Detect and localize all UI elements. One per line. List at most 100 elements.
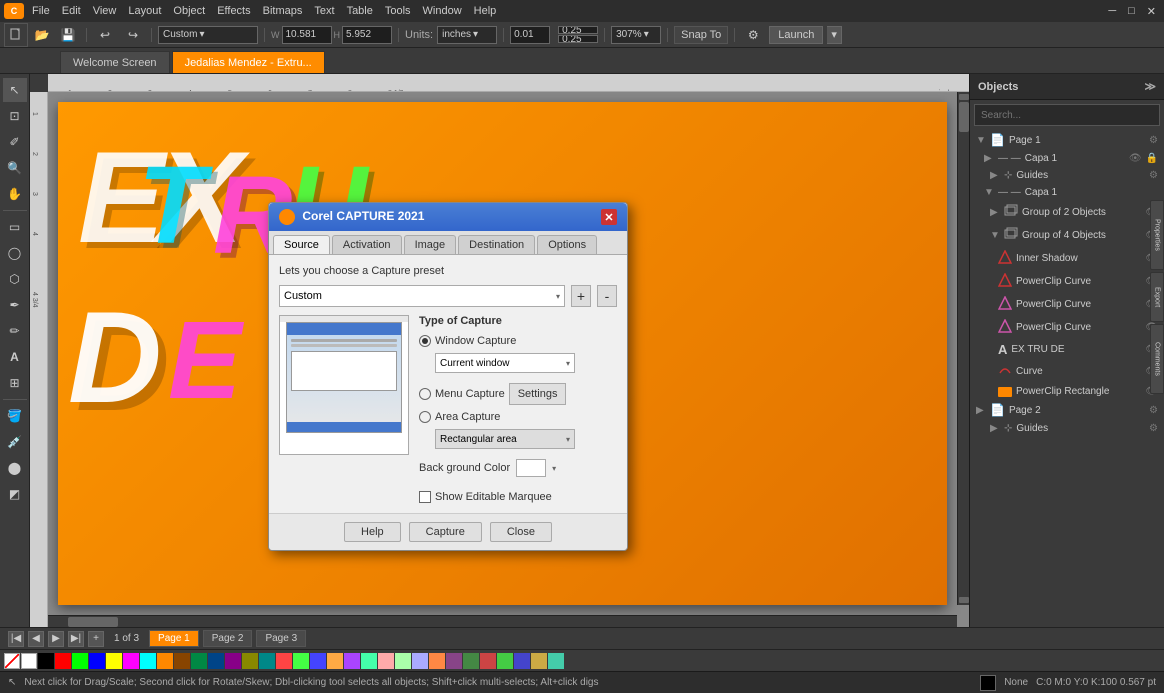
obj-group2[interactable]: ▶ Group of 2 Objects 👁 [970, 201, 1164, 224]
color-swatch-cyan[interactable] [140, 653, 156, 669]
area-capture-radio[interactable] [419, 411, 431, 423]
show-marquee-checkbox[interactable] [419, 491, 431, 503]
color-swatch-crimson[interactable] [480, 653, 496, 669]
preset-value-dropdown[interactable]: Custom ▾ [279, 285, 565, 307]
menu-effects[interactable]: Effects [213, 5, 254, 17]
color-swatch-yellow[interactable] [106, 653, 122, 669]
new-btn[interactable] [4, 23, 28, 47]
preset-add-btn[interactable]: + [571, 285, 591, 307]
units-dropdown[interactable]: inches ▾ [437, 26, 497, 44]
obj-capa1[interactable]: ▼ — — Capa 1 [970, 184, 1164, 201]
color-swatch-peach[interactable] [327, 653, 343, 669]
obj-pwrect[interactable]: PowerClip Rectangle 👁 [970, 383, 1164, 400]
tool-fill[interactable]: 🪣 [3, 404, 27, 428]
obj-curve[interactable]: Curve 👁 [970, 360, 1164, 383]
save-btn[interactable]: 💾 [56, 23, 80, 47]
color-swatch-palegreen[interactable] [395, 653, 411, 669]
page-add-btn[interactable]: + [88, 631, 104, 647]
open-btn[interactable]: 📂 [30, 23, 54, 47]
zoom-level[interactable]: 307% ▾ [611, 26, 661, 44]
tool-interactive[interactable]: ⬤ [3, 456, 27, 480]
tool-pen[interactable]: ✒ [3, 293, 27, 317]
redo-btn[interactable]: ↪ [121, 23, 145, 47]
side-tab-properties[interactable]: Properties [1150, 200, 1164, 270]
bg-color-arrow[interactable]: ▾ [552, 464, 556, 473]
menu-capture-row[interactable]: Menu Capture Settings [419, 383, 617, 405]
dialog-close-btn[interactable]: ✕ [601, 209, 617, 225]
page-next-btn[interactable]: ▶ [48, 631, 64, 647]
objects-search[interactable] [974, 104, 1160, 126]
menu-bitmaps[interactable]: Bitmaps [259, 5, 307, 17]
window-maximize[interactable]: □ [1124, 5, 1139, 17]
tool-shadow[interactable]: ◩ [3, 482, 27, 506]
obj-extrude[interactable]: A EX TRU DE 👁 [970, 339, 1164, 360]
color-swatch-gold[interactable] [531, 653, 547, 669]
menu-edit[interactable]: Edit [58, 5, 85, 17]
height-input[interactable] [342, 26, 392, 44]
tool-select[interactable]: ↖ [3, 78, 27, 102]
tool-ellipse[interactable]: ◯ [3, 241, 27, 265]
obj-guides[interactable]: ▶ ⊹ Guides ⚙ [970, 167, 1164, 184]
color-swatch-red[interactable] [55, 653, 71, 669]
help-button[interactable]: Help [344, 522, 401, 542]
settings-btn[interactable]: ⚙ [741, 23, 765, 47]
color-swatch-emerald[interactable] [497, 653, 513, 669]
tab-document[interactable]: Jedalias Mendez - Extru... [172, 51, 325, 73]
no-color-swatch[interactable] [4, 653, 20, 669]
color-swatch-lightgreen[interactable] [293, 653, 309, 669]
tab-image[interactable]: Image [404, 235, 457, 254]
color-swatch-lightblue[interactable] [310, 653, 326, 669]
window-close[interactable]: ✕ [1143, 5, 1160, 18]
tool-zoom[interactable]: 🔍 [3, 156, 27, 180]
width-input[interactable] [282, 26, 332, 44]
color-swatch-green[interactable] [191, 653, 207, 669]
color-swatch-mint[interactable] [361, 653, 377, 669]
page-first-btn[interactable]: |◀ [8, 631, 24, 647]
nudge-input[interactable] [510, 26, 550, 44]
color-swatch-royal[interactable] [514, 653, 530, 669]
menu-layout[interactable]: Layout [124, 5, 165, 17]
page2-settings[interactable]: ⚙ [1149, 405, 1158, 416]
tab-source[interactable]: Source [273, 235, 330, 254]
snap-to-btn[interactable]: Snap To [674, 26, 728, 44]
color-swatch-pink[interactable] [378, 653, 394, 669]
obj-pwclip3[interactable]: PowerClip Curve 👁 [970, 316, 1164, 339]
window-type-dropdown[interactable]: Current window ▾ [435, 353, 575, 373]
menu-window[interactable]: Window [419, 5, 466, 17]
capa1-lock[interactable]: 🔒 [1146, 153, 1158, 164]
show-marquee-row[interactable]: Show Editable Marquee [419, 491, 617, 503]
menu-capture-radio[interactable] [419, 388, 431, 400]
settings-button[interactable]: Settings [509, 383, 567, 405]
color-swatch-plum[interactable] [446, 653, 462, 669]
objects-panel-expand[interactable]: ≫ [1144, 80, 1156, 93]
obj-group4[interactable]: ▼ Group of 4 Objects 👁 [970, 224, 1164, 247]
page-tab-2[interactable]: Page 2 [203, 630, 253, 647]
guides2-settings[interactable]: ⚙ [1149, 423, 1158, 434]
launch-btn[interactable]: Launch [769, 26, 823, 44]
preset-dropdown[interactable]: Custom ▾ [158, 26, 258, 44]
page-tab-3[interactable]: Page 3 [256, 630, 306, 647]
tab-destination[interactable]: Destination [458, 235, 535, 254]
color-swatch-lime[interactable] [72, 653, 88, 669]
x-input[interactable] [558, 26, 598, 34]
capa1-eye[interactable]: 👁 [1129, 153, 1142, 164]
tab-options[interactable]: Options [537, 235, 597, 254]
color-swatch-lavender[interactable] [344, 653, 360, 669]
color-swatch-purple[interactable] [225, 653, 241, 669]
color-swatch-periwinkle[interactable] [412, 653, 428, 669]
color-swatch-coral[interactable] [429, 653, 445, 669]
objects-capa1-header[interactable]: ▶ — — Capa 1 👁 🔒 [970, 150, 1164, 167]
color-swatch-navy[interactable] [208, 653, 224, 669]
page-tab-1[interactable]: Page 1 [149, 630, 199, 647]
menu-text[interactable]: Text [310, 5, 338, 17]
close-button[interactable]: Close [490, 522, 552, 542]
color-swatch-white[interactable] [21, 653, 37, 669]
window-capture-radio[interactable] [419, 335, 431, 347]
page1-settings[interactable]: ⚙ [1149, 135, 1158, 146]
color-swatch-magenta[interactable] [123, 653, 139, 669]
menu-help[interactable]: Help [470, 5, 501, 17]
color-swatch-lightred[interactable] [276, 653, 292, 669]
tool-table[interactable]: ⊞ [3, 371, 27, 395]
capture-button[interactable]: Capture [409, 522, 482, 542]
tab-welcome[interactable]: Welcome Screen [60, 51, 170, 73]
